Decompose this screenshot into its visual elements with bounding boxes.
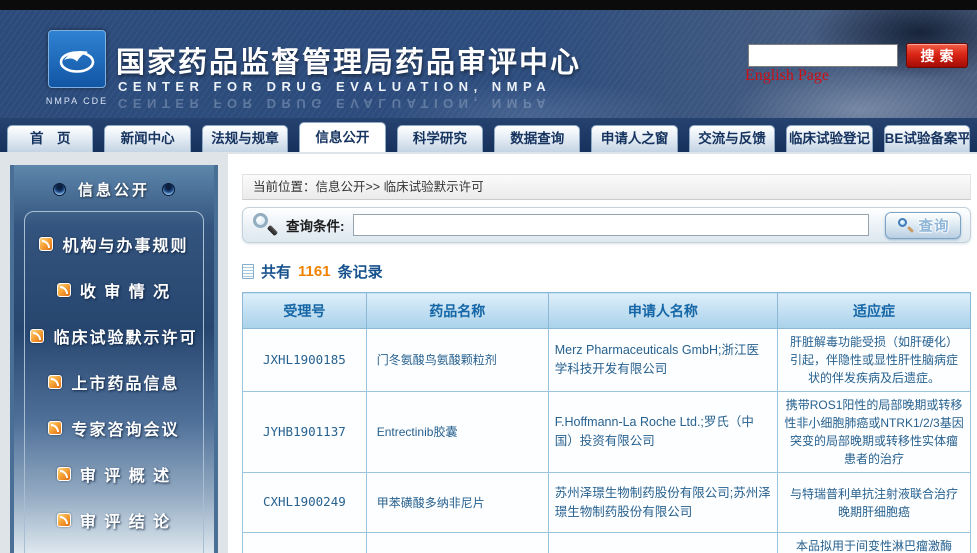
sidebar-menu-item-label: 机构与办事规则 — [62, 232, 188, 256]
query-button[interactable]: 查询 — [885, 212, 961, 239]
cell-applicant-name: 正大天晴药业集团股份有限公司;正大天晴药业集团股份有限公司;东南大学 — [548, 533, 777, 553]
table-row[interactable]: CXHL1900249 甲苯磺酸多纳非尼片 苏州泽璟生物制药股份有限公司;苏州泽… — [243, 473, 971, 533]
breadcrumb: 当前位置：信息公开>> 临床试验默示许可 — [242, 174, 971, 200]
english-page-link[interactable]: English Page — [745, 67, 829, 85]
cell-acceptance-number: JYHB1901137 — [243, 392, 367, 473]
rss-icon — [39, 237, 53, 251]
sidebar-menu: 机构与办事规则 收 审 情 况 临床试验默示许可 上市药品信息 专家咨询会议 审… — [24, 211, 204, 553]
sidebar-menu-item[interactable]: 审 评 结 论 — [25, 497, 203, 543]
sphere-icon — [162, 183, 175, 196]
table-row[interactable]: JYHB1901137 Entrectinib胶囊 F.Hoffmann-La … — [243, 392, 971, 473]
content-area: 信息公开 机构与办事规则 收 审 情 况 临床试验默示许可 上市药品信息 — [0, 152, 977, 553]
nav-tab[interactable]: 法规与规章 — [202, 125, 288, 152]
table-header-cell[interactable]: 申请人名称 — [548, 293, 777, 329]
site-title-english: CENTER FOR DRUG EVALUATION, NMPA — [118, 79, 551, 94]
sphere-icon — [53, 183, 66, 196]
sidebar-header: 信息公开 — [14, 179, 214, 200]
query-button-label: 查询 — [919, 215, 950, 236]
nav-tab[interactable]: 信息公开 — [299, 122, 385, 152]
site-header: NMPA CDE 国家药品监督管理局药品审评中心 CENTER FOR DRUG… — [0, 10, 977, 118]
nav-tab[interactable]: 数据查询 — [494, 125, 580, 152]
nav-tab[interactable]: 首 页 — [7, 125, 93, 152]
sidebar-menu-item[interactable]: 临床试验默示许可 — [25, 313, 203, 359]
cell-acceptance-number: JXHL1900185 — [243, 329, 367, 392]
cell-applicant-name: F.Hoffmann-La Roche Ltd.;罗氏（中国）投资有限公司 — [548, 392, 777, 473]
top-black-bar — [0, 0, 977, 10]
table-header-row: 受理号药品名称申请人名称适应症 — [243, 293, 971, 329]
sidebar-menu-item-label: 审 评 结 论 — [80, 508, 171, 532]
cell-indication: 携带ROS1阳性的局部晚期或转移性非小细胞肺癌或NTRK1/2/3基因突变的局部… — [778, 392, 971, 473]
sidebar-menu-item-label: 审 评 概 述 — [80, 462, 171, 486]
cell-drug-name: TQ-B3101胶囊 — [366, 533, 548, 553]
rss-icon — [30, 329, 44, 343]
swallow-logo-icon — [55, 39, 99, 79]
sidebar-menu-item[interactable]: 收 审 情 况 — [25, 267, 203, 313]
rss-icon — [48, 375, 62, 389]
sidebar-menu-item-label: 上市药品信息 — [71, 370, 179, 394]
list-doc-icon — [242, 264, 254, 279]
sidebar-menu-item[interactable]: 机构与办事规则 — [25, 221, 203, 267]
rss-icon — [57, 513, 71, 527]
nav-tab[interactable]: 临床试验登记 — [786, 125, 872, 152]
table-header-cell[interactable]: 适应症 — [778, 293, 971, 329]
main-navigation: 首 页新闻中心法规与规章信息公开科学研究数据查询申请人之窗交流与反馈临床试验登记… — [0, 118, 977, 152]
site-title-english-reflection: CENTER FOR DRUG EVALUATION, NMPA — [118, 96, 551, 111]
cell-acceptance-number: CXHB1900050 — [243, 533, 367, 553]
nav-tab[interactable]: 科学研究 — [397, 125, 483, 152]
sidebar-title-label: 信息公开 — [78, 179, 150, 200]
query-condition-label: 查询条件: — [286, 215, 345, 235]
rss-icon — [48, 421, 62, 435]
table-header-cell[interactable]: 药品名称 — [366, 293, 548, 329]
sidebar: 信息公开 机构与办事规则 收 审 情 况 临床试验默示许可 上市药品信息 — [10, 165, 218, 553]
cell-applicant-name: 苏州泽璟生物制药股份有限公司;苏州泽璟生物制药股份有限公司 — [548, 473, 777, 533]
sidebar-menu-item[interactable]: 上市药品信息 — [25, 359, 203, 405]
cell-acceptance-number: CXHL1900249 — [243, 473, 367, 533]
cell-applicant-name: Merz Pharmaceuticals GmbH;浙江医学科技开发有限公司 — [548, 329, 777, 392]
cell-drug-name: 甲苯磺酸多纳非尼片 — [366, 473, 548, 533]
site-search-input[interactable] — [748, 44, 898, 67]
record-count-row: 共有 1161 条记录 — [242, 261, 971, 282]
logo-caption: NMPA CDE — [40, 96, 114, 106]
sidebar-menu-item-label: 临床试验默示许可 — [53, 324, 197, 348]
cell-indication: 与特瑞普利单抗注射液联合治疗晚期肝细胞癌 — [778, 473, 971, 533]
nav-tab[interactable]: 新闻中心 — [104, 125, 190, 152]
record-count-suffix: 条记录 — [338, 261, 383, 282]
sidebar-menu-item[interactable]: 审 评 概 述 — [25, 451, 203, 497]
nav-tab[interactable]: 申请人之窗 — [591, 125, 677, 152]
cell-drug-name: Entrectinib胶囊 — [366, 392, 548, 473]
table-row[interactable]: JXHL1900185 门冬氨酸鸟氨酸颗粒剂 Merz Pharmaceutic… — [243, 329, 971, 392]
query-form: 查询条件: 查询 — [242, 207, 971, 243]
magnifier-icon — [252, 212, 278, 239]
sidebar-menu-item[interactable]: 专家咨询会议 — [25, 405, 203, 451]
sidebar-menu-item-label: 收 审 情 况 — [80, 278, 171, 302]
query-condition-input[interactable] — [353, 214, 870, 236]
site-title-chinese: 国家药品监督管理局药品审评中心 — [116, 39, 581, 81]
main-panel: 当前位置：信息公开>> 临床试验默示许可 查询条件: 查询 共有 1161 — [228, 154, 977, 553]
rss-icon — [57, 283, 71, 297]
record-count-value: 1161 — [298, 263, 331, 280]
nmpa-cde-logo[interactable] — [48, 30, 106, 88]
cell-drug-name: 门冬氨酸鸟氨酸颗粒剂 — [366, 329, 548, 392]
nav-tab[interactable]: 交流与反馈 — [689, 125, 775, 152]
results-table: 受理号药品名称申请人名称适应症 JXHL1900185 门冬氨酸鸟氨酸颗粒剂 M… — [242, 292, 971, 553]
table-row[interactable]: CXHB1900050 TQ-B3101胶囊 正大天晴药业集团股份有限公司;正大… — [243, 533, 971, 553]
cell-indication: 肝脏解毒功能受损（如肝硬化）引起，伴隐性或显性肝性脑病症状的伴发疾病及后遗症。 — [778, 329, 971, 392]
table-body: JXHL1900185 门冬氨酸鸟氨酸颗粒剂 Merz Pharmaceutic… — [243, 329, 971, 553]
sidebar-menu-item[interactable]: 审 评 报 告 — [25, 543, 203, 553]
table-header-cell[interactable]: 受理号 — [243, 293, 367, 329]
cell-indication: 本品拟用于间变性淋巴瘤激酶（ALK）阳性的局部晚期和转移的非小细胞肺癌（NSCL… — [778, 533, 971, 553]
magnifier-small-icon — [897, 217, 914, 234]
nav-tab[interactable]: BE试验备案平台 — [884, 125, 970, 152]
record-count-prefix: 共有 — [261, 261, 291, 282]
rss-icon — [57, 467, 71, 481]
sidebar-menu-item-label: 专家咨询会议 — [71, 416, 179, 440]
site-search-button[interactable]: 搜索 — [906, 43, 968, 68]
